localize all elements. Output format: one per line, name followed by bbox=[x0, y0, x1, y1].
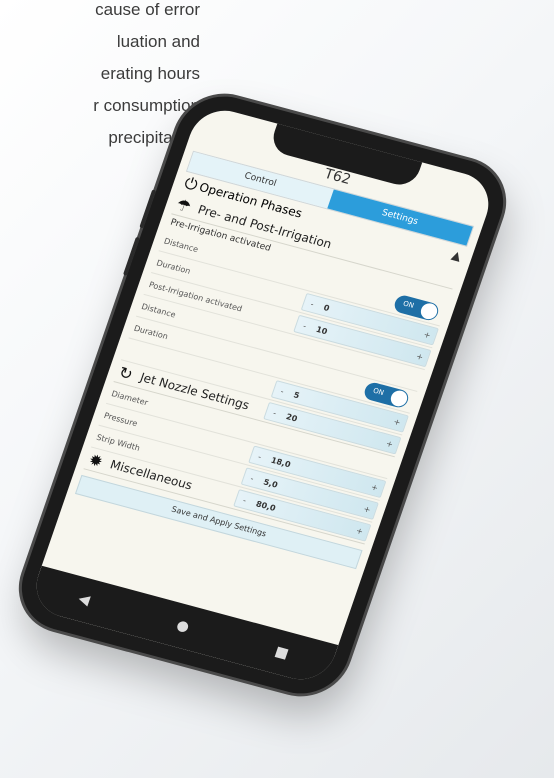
settings-app: T62 Control Settings ⏻ Operation Phases … bbox=[42, 130, 489, 645]
toggle-state: ON bbox=[401, 299, 415, 310]
increment-button[interactable]: + bbox=[381, 437, 399, 450]
toggle-knob bbox=[418, 301, 440, 321]
background-feature-list: cause of error luation and erating hours… bbox=[0, 0, 200, 154]
toggle-state: ON bbox=[371, 386, 385, 398]
volume-down-button bbox=[122, 236, 140, 276]
increment-button[interactable]: + bbox=[388, 415, 406, 428]
increment-button[interactable]: + bbox=[366, 481, 384, 494]
increment-button[interactable]: + bbox=[351, 524, 369, 537]
watering-can-icon: ☂ bbox=[173, 194, 194, 217]
home-icon[interactable]: ● bbox=[171, 616, 196, 636]
brand-logo-icon: ▲ bbox=[449, 247, 464, 264]
feature-line: luation and bbox=[116, 32, 200, 51]
volume-up-button bbox=[139, 189, 157, 229]
toggle-knob bbox=[388, 388, 410, 409]
gear-icon: ✹ bbox=[86, 449, 106, 471]
increment-button[interactable]: + bbox=[358, 503, 376, 516]
increment-button[interactable]: + bbox=[411, 350, 429, 363]
feature-line: erating hours bbox=[100, 64, 200, 83]
phone-screen: T62 Control Settings ⏻ Operation Phases … bbox=[27, 103, 498, 687]
nozzle-icon: ↻ bbox=[116, 362, 136, 384]
recent-apps-icon[interactable]: ■ bbox=[269, 643, 294, 663]
feature-line: r consumption bbox=[93, 96, 200, 115]
increment-button[interactable]: + bbox=[418, 328, 436, 341]
back-icon[interactable]: ◀ bbox=[72, 590, 97, 610]
phone-frame: T62 Control Settings ⏻ Operation Phases … bbox=[9, 86, 516, 704]
feature-line: cause of error bbox=[95, 0, 200, 19]
